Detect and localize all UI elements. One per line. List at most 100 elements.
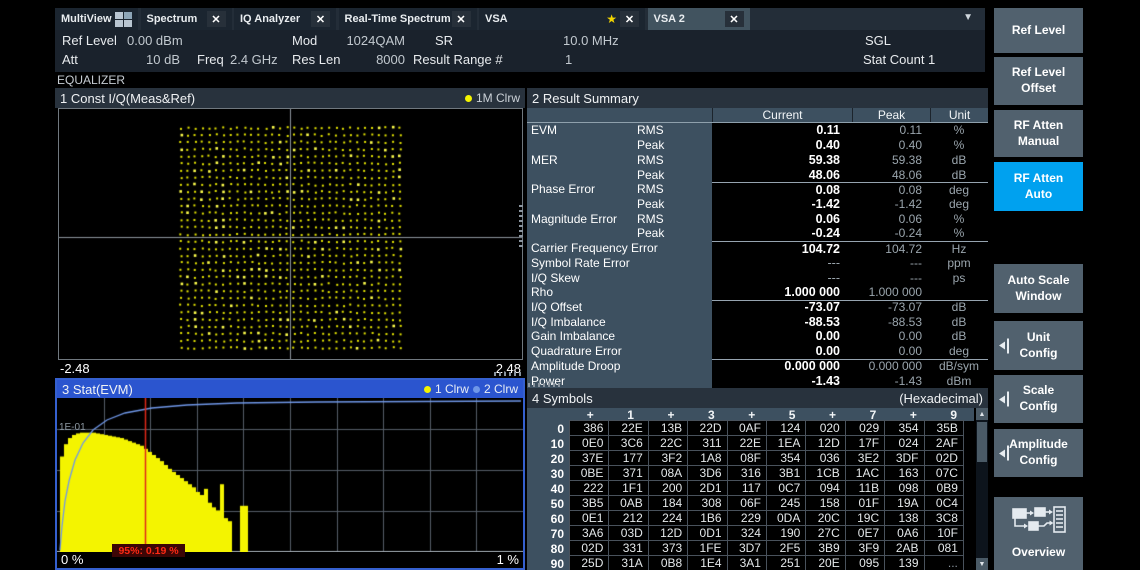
submenu-arrow-icon bbox=[999, 338, 1009, 353]
result-unit: deg bbox=[930, 197, 988, 212]
constellation-panel-header[interactable]: 1 Const I/Q(Meas&Ref) 1M Clrw bbox=[55, 88, 525, 108]
symbol-cell: 08A bbox=[648, 465, 688, 481]
setting-label-ref-level: Ref Level bbox=[62, 33, 117, 48]
result-row-label: I/Q Skew bbox=[527, 270, 712, 285]
symbol-cell: 224 bbox=[648, 510, 688, 526]
tab-multiview[interactable]: MultiView bbox=[55, 8, 138, 30]
symbols-scrollbar[interactable]: ▲ ▼ bbox=[976, 408, 988, 570]
softkey-scale-config[interactable]: ScaleConfig bbox=[994, 375, 1083, 423]
result-row: Peak-0.24-0.24% bbox=[527, 226, 988, 241]
result-row-label bbox=[527, 167, 637, 182]
setting-label-freq: Freq bbox=[197, 52, 224, 67]
setting-value-result-range-[interactable]: 1 bbox=[565, 52, 572, 67]
setting-value-freq[interactable]: 2.4 GHz bbox=[230, 52, 278, 67]
symbol-cell: 31A bbox=[608, 555, 648, 570]
tab-close-icon[interactable]: ✕ bbox=[452, 11, 471, 27]
result-peak-value: -0.24 bbox=[852, 226, 930, 241]
softkey-rf-atten-auto[interactable]: RF AttenAuto bbox=[994, 162, 1083, 211]
horizontal-splitter-grip-left[interactable] bbox=[494, 372, 524, 376]
tab-real-time-spectrum[interactable]: Real-Time Spectrum✕ bbox=[339, 8, 477, 30]
symbol-cell: 098 bbox=[884, 480, 924, 496]
constellation-x-axis: -2.48 2.48 bbox=[58, 360, 523, 378]
softkey-ref-level-offset[interactable]: Ref LevelOffset bbox=[994, 57, 1083, 105]
symbol-cell: 11B bbox=[845, 480, 885, 496]
result-unit: ps bbox=[930, 270, 988, 285]
setting-value-att[interactable]: 10 dB bbox=[146, 52, 180, 67]
trace1-legend-dot bbox=[465, 95, 472, 102]
symbol-cell: 386 bbox=[569, 420, 609, 436]
result-unit bbox=[930, 285, 988, 300]
setting-value-res-len[interactable]: 8000 bbox=[376, 52, 405, 67]
result-current-value: 0.000 000 bbox=[712, 360, 852, 374]
result-current-value: -73.07 bbox=[712, 301, 852, 315]
tab-vsa-2[interactable]: VSA 2✕ bbox=[648, 8, 750, 30]
softkey-unit-config[interactable]: UnitConfig bbox=[994, 321, 1083, 370]
symbols-panel-header[interactable]: 4 Symbols (Hexadecimal) bbox=[527, 388, 988, 408]
symbol-cell: 1CB bbox=[805, 465, 845, 481]
symbol-cell: 1A8 bbox=[687, 450, 727, 466]
tab-vsa[interactable]: VSA★✕ bbox=[479, 8, 645, 30]
symbol-cell: 251 bbox=[766, 555, 806, 570]
result-row: Amplitude Droop0.000 0000.000 000dB/sym bbox=[527, 359, 988, 374]
symbol-cell: 17F bbox=[845, 435, 885, 451]
result-row-label: I/Q Imbalance bbox=[527, 314, 712, 329]
setting-value-ref-level[interactable]: 0.00 dBm bbox=[127, 33, 183, 48]
softkey-label-line: Window bbox=[1016, 289, 1062, 305]
symbols-row-label: 50 bbox=[527, 496, 570, 511]
tab-spectrum[interactable]: Spectrum✕ bbox=[141, 8, 232, 30]
scroll-down-icon[interactable]: ▼ bbox=[976, 558, 988, 570]
result-summary-panel-header[interactable]: 2 Result Summary bbox=[527, 88, 988, 108]
softkey-rf-atten-manual[interactable]: RF AttenManual bbox=[994, 110, 1083, 157]
tab-close-icon[interactable]: ✕ bbox=[207, 11, 226, 27]
result-unit: % bbox=[930, 138, 988, 153]
softkey-overview[interactable]: Overview bbox=[994, 497, 1083, 570]
tab-overflow-dropdown-icon[interactable]: ▼ bbox=[963, 12, 973, 23]
symbols-row-label: 60 bbox=[527, 511, 570, 526]
stat-trace2-legend-dot bbox=[473, 386, 480, 393]
softkey-sidebar: Ref Level Ref LevelOffset RF AttenManual RF… bbox=[990, 0, 1140, 570]
softkey-amplitude-config[interactable]: AmplitudeConfig bbox=[994, 429, 1083, 477]
scroll-up-icon[interactable]: ▲ bbox=[976, 408, 988, 420]
tab-close-icon[interactable]: ✕ bbox=[725, 11, 744, 27]
scrollbar-thumb[interactable] bbox=[977, 422, 987, 462]
symbol-cell: 25D bbox=[569, 555, 609, 570]
symbol-cell: 20C bbox=[805, 510, 845, 526]
symbols-table: +1+3+5+7+9038622E13B22D0AF12402002935435… bbox=[527, 408, 974, 570]
symbol-cell: 02D bbox=[924, 450, 964, 466]
symbols-row-label: 20 bbox=[527, 451, 570, 466]
softkey-auto-scale-window[interactable]: Auto ScaleWindow bbox=[994, 264, 1083, 313]
symbol-cell: 0A6 bbox=[884, 525, 924, 541]
softkey-label-line: Ref Level bbox=[1012, 23, 1065, 39]
tab-close-icon[interactable]: ✕ bbox=[311, 11, 330, 27]
result-current-value: 0.06 bbox=[712, 211, 852, 226]
stat-trace1-legend-label: 1 Clrw bbox=[435, 382, 469, 396]
vertical-splitter-grip[interactable] bbox=[519, 205, 523, 250]
result-peak-value: 104.72 bbox=[852, 242, 930, 256]
setting-label-mod: Mod bbox=[292, 33, 317, 48]
symbol-cell: 3A1 bbox=[727, 555, 767, 570]
tab-close-icon[interactable]: ✕ bbox=[620, 11, 639, 27]
result-row-label: Rho bbox=[527, 285, 712, 300]
symbol-cell: ... bbox=[924, 555, 964, 570]
softkey-ref-level[interactable]: Ref Level bbox=[994, 8, 1083, 53]
trace1-legend-label: 1M Clrw bbox=[476, 91, 520, 105]
symbol-cell: 0D1 bbox=[687, 525, 727, 541]
tab-label: Real-Time Spectrum bbox=[345, 13, 451, 25]
setting-value-mod[interactable]: 1024QAM bbox=[346, 33, 405, 48]
symbol-cell: 3B5 bbox=[569, 495, 609, 511]
setting-label-result-range-: Result Range # bbox=[413, 52, 503, 67]
result-row-label bbox=[527, 138, 637, 153]
result-current-value: 0.11 bbox=[712, 123, 852, 138]
symbol-cell: 158 bbox=[805, 495, 845, 511]
symbol-cell: 3C8 bbox=[924, 510, 964, 526]
result-peak-value: 0.06 bbox=[852, 211, 930, 226]
setting-value-sr[interactable]: 10.0 MHz bbox=[563, 33, 619, 48]
result-row-label: Amplitude Droop bbox=[527, 359, 712, 374]
tab-iq-analyzer[interactable]: IQ Analyzer✕ bbox=[234, 8, 336, 30]
horizontal-splitter-grip-right[interactable] bbox=[528, 383, 562, 387]
stat-evm-panel-header[interactable]: 3 Stat(EVM) 1 Clrw 2 Clrw bbox=[57, 380, 523, 398]
symbol-cell: 1B6 bbox=[687, 510, 727, 526]
symbol-cell: 3B1 bbox=[766, 465, 806, 481]
symbol-cell: 03D bbox=[608, 525, 648, 541]
symbol-cell: 3D6 bbox=[687, 465, 727, 481]
